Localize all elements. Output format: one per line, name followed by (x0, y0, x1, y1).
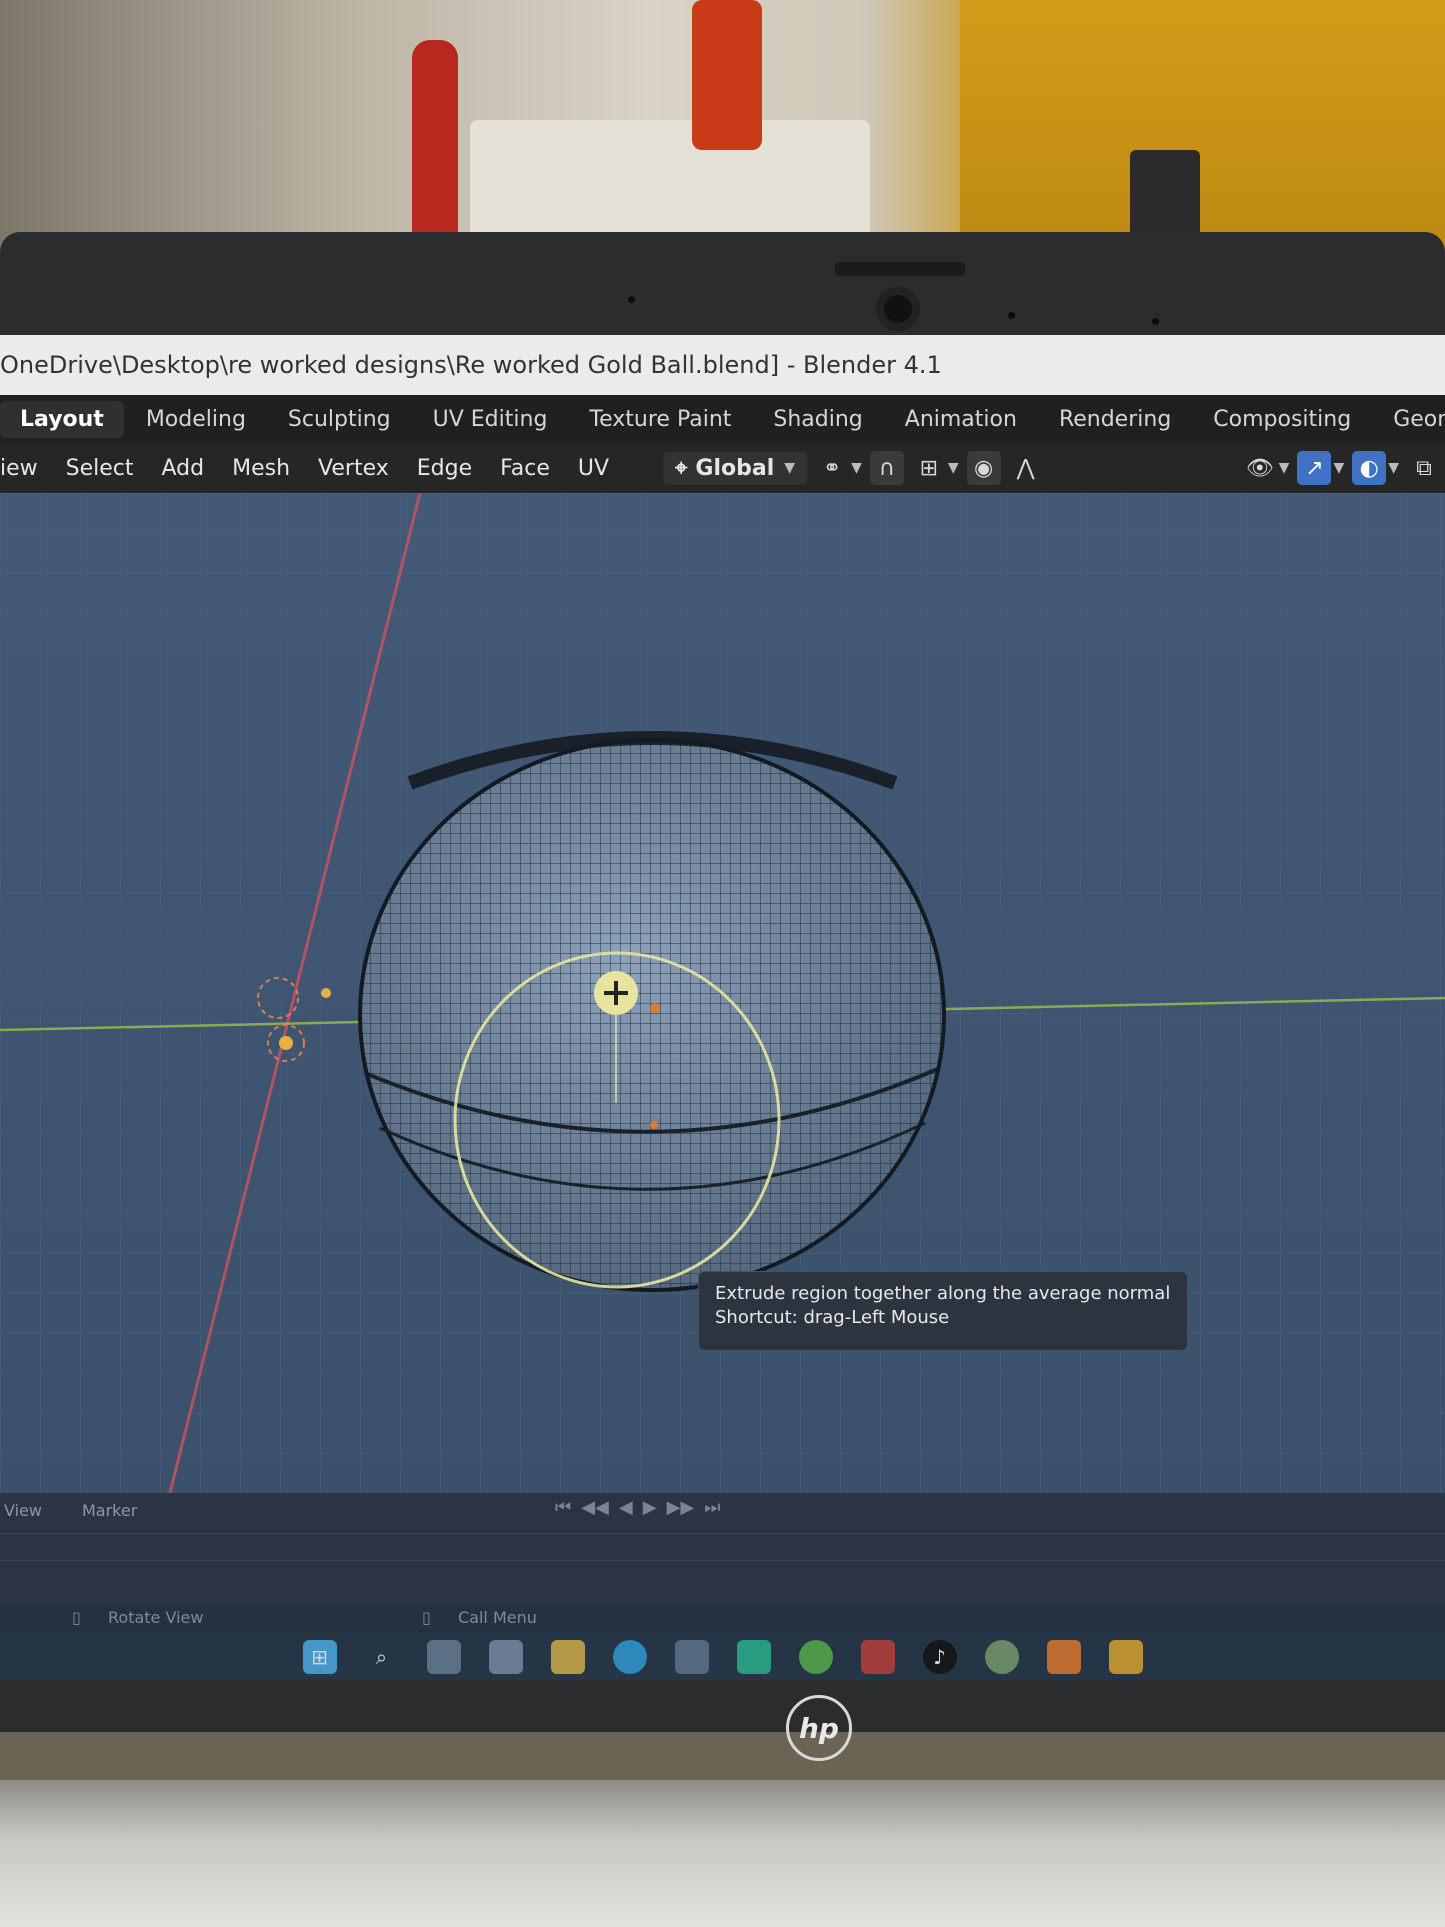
tab-animation[interactable]: Animation (885, 401, 1037, 438)
gizmo-icon[interactable]: ↗ (1297, 451, 1332, 485)
background-extinguisher (412, 40, 458, 250)
menu-uv[interactable]: UV (564, 452, 623, 485)
pivot-icon[interactable]: ⚭ (815, 451, 849, 485)
next-keyframe-icon[interactable]: ▶▶ (667, 1497, 695, 1518)
chevron-down-icon: ▼ (1278, 460, 1290, 476)
menu-add[interactable]: Add (148, 452, 219, 485)
window-title: OneDrive\Desktop\re worked designs\Re wo… (0, 335, 1445, 395)
light-dot (321, 988, 331, 998)
play-icon[interactable]: ▶ (643, 1497, 657, 1518)
3d-viewport[interactable]: Extrude region together along the averag… (0, 493, 1445, 1493)
windows-start-icon[interactable]: ⊞ (302, 1639, 337, 1674)
laptop-screen: OneDrive\Desktop\re worked designs\Re wo… (0, 335, 1445, 1680)
chevron-down-icon: ▼ (947, 460, 959, 476)
prev-keyframe-icon[interactable]: ◀◀ (581, 1497, 609, 1518)
tab-uv-editing[interactable]: UV Editing (413, 401, 568, 438)
falloff-icon[interactable]: ⋀ (1009, 451, 1043, 485)
app-icon[interactable] (736, 1639, 771, 1674)
menu-mesh[interactable]: Mesh (218, 452, 304, 485)
menu-edge[interactable]: Edge (403, 452, 486, 485)
status-rotate-view: Rotate View (108, 1608, 204, 1627)
light-dot (279, 1036, 293, 1050)
jump-end-icon[interactable]: ⏭ (704, 1497, 720, 1518)
mouse-icon: ▯ (422, 1608, 431, 1627)
tooltip-description: Extrude region together along the averag… (715, 1283, 1171, 1304)
orientation-icon: ⌖ (675, 455, 688, 481)
app-icon[interactable] (984, 1639, 1019, 1674)
chevron-down-icon: ▼ (1388, 460, 1399, 476)
tab-texture-paint[interactable]: Texture Paint (569, 401, 751, 438)
file-explorer-icon[interactable] (550, 1639, 585, 1674)
app-icon[interactable] (1108, 1639, 1143, 1674)
playback-controls: ⏮ ◀◀ ◀ ▶ ▶▶ ⏭ (555, 1497, 720, 1518)
menu-view[interactable]: iew (0, 452, 52, 485)
menu-vertex[interactable]: Vertex (304, 452, 403, 485)
viewport-header: iew Select Add Mesh Vertex Edge Face UV … (0, 443, 1445, 493)
menu-select[interactable]: Select (52, 452, 148, 485)
search-icon[interactable]: ⌕ (365, 1640, 399, 1674)
menu-face[interactable]: Face (486, 452, 564, 485)
status-call-menu: Call Menu (458, 1608, 537, 1627)
bezel-sensor (628, 296, 635, 303)
snap-increment-icon[interactable]: ⊞ (912, 451, 946, 485)
timeline-ruler[interactable] (0, 1533, 1445, 1561)
app-icon[interactable] (860, 1639, 895, 1674)
play-reverse-icon[interactable]: ◀ (619, 1497, 633, 1518)
edge-browser-icon[interactable] (612, 1639, 647, 1674)
overlay-icon[interactable]: ◐ (1352, 451, 1387, 485)
store-icon[interactable] (674, 1639, 709, 1674)
xray-icon[interactable]: ⧉ (1407, 451, 1441, 485)
hp-logo: hp (786, 1695, 852, 1761)
chrome-icon[interactable] (798, 1639, 833, 1674)
workspace-tabs: Layout Modeling Sculpting UV Editing Tex… (0, 395, 1445, 443)
proportional-edit-icon[interactable]: ◉ (966, 451, 1001, 485)
chevron-down-icon: ▼ (784, 460, 796, 476)
mouse-icon: ▯ (72, 1608, 81, 1627)
tab-sculpting[interactable]: Sculpting (268, 401, 411, 438)
laptop-deck (0, 1780, 1445, 1927)
background-red-object (692, 0, 762, 150)
tab-layout[interactable]: Layout (0, 400, 124, 438)
timeline-panel: View Marker ⏮ ◀◀ ◀ ▶ ▶▶ ⏭ (0, 1493, 1445, 1603)
bezel-sensor (1152, 318, 1159, 325)
vertex-point (650, 1121, 658, 1129)
transform-orientation-dropdown[interactable]: ⌖ Global ▼ (663, 451, 808, 485)
chevron-down-icon: ▼ (851, 460, 862, 476)
timeline-menu-view[interactable]: View (4, 1501, 42, 1520)
tab-compositing[interactable]: Compositing (1193, 401, 1371, 438)
jump-start-icon[interactable]: ⏮ (555, 1497, 571, 1518)
tab-modeling[interactable]: Modeling (126, 401, 266, 438)
tooltip-shortcut: Shortcut: drag-Left Mouse (715, 1307, 950, 1328)
blender-icon[interactable] (1046, 1639, 1081, 1674)
bezel-sensor (1008, 312, 1015, 319)
origin-point (650, 1003, 660, 1013)
task-view-icon[interactable] (426, 1639, 461, 1674)
chevron-down-icon: ▼ (1333, 460, 1345, 476)
orientation-label: Global (695, 455, 775, 481)
tab-geometry-nodes[interactable]: Geomet (1373, 401, 1445, 438)
tab-shading[interactable]: Shading (753, 401, 882, 438)
hp-logo-text: hp (799, 1711, 839, 1745)
timeline-menu-marker[interactable]: Marker (82, 1501, 137, 1520)
tab-rendering[interactable]: Rendering (1039, 401, 1191, 438)
tooltip: Extrude region together along the averag… (698, 1271, 1188, 1351)
camera-shutter (835, 262, 965, 276)
status-bar: ▯ Rotate View ▯ Call Menu (0, 1603, 1445, 1633)
webcam (876, 287, 920, 331)
tiktok-icon[interactable]: ♪ (922, 1639, 957, 1674)
widgets-icon[interactable] (488, 1639, 523, 1674)
windows-taskbar: ⊞ ⌕ ♪ (0, 1633, 1445, 1680)
snap-icon[interactable]: ∩ (869, 451, 904, 485)
visibility-icon[interactable]: 👁 (1243, 451, 1277, 485)
